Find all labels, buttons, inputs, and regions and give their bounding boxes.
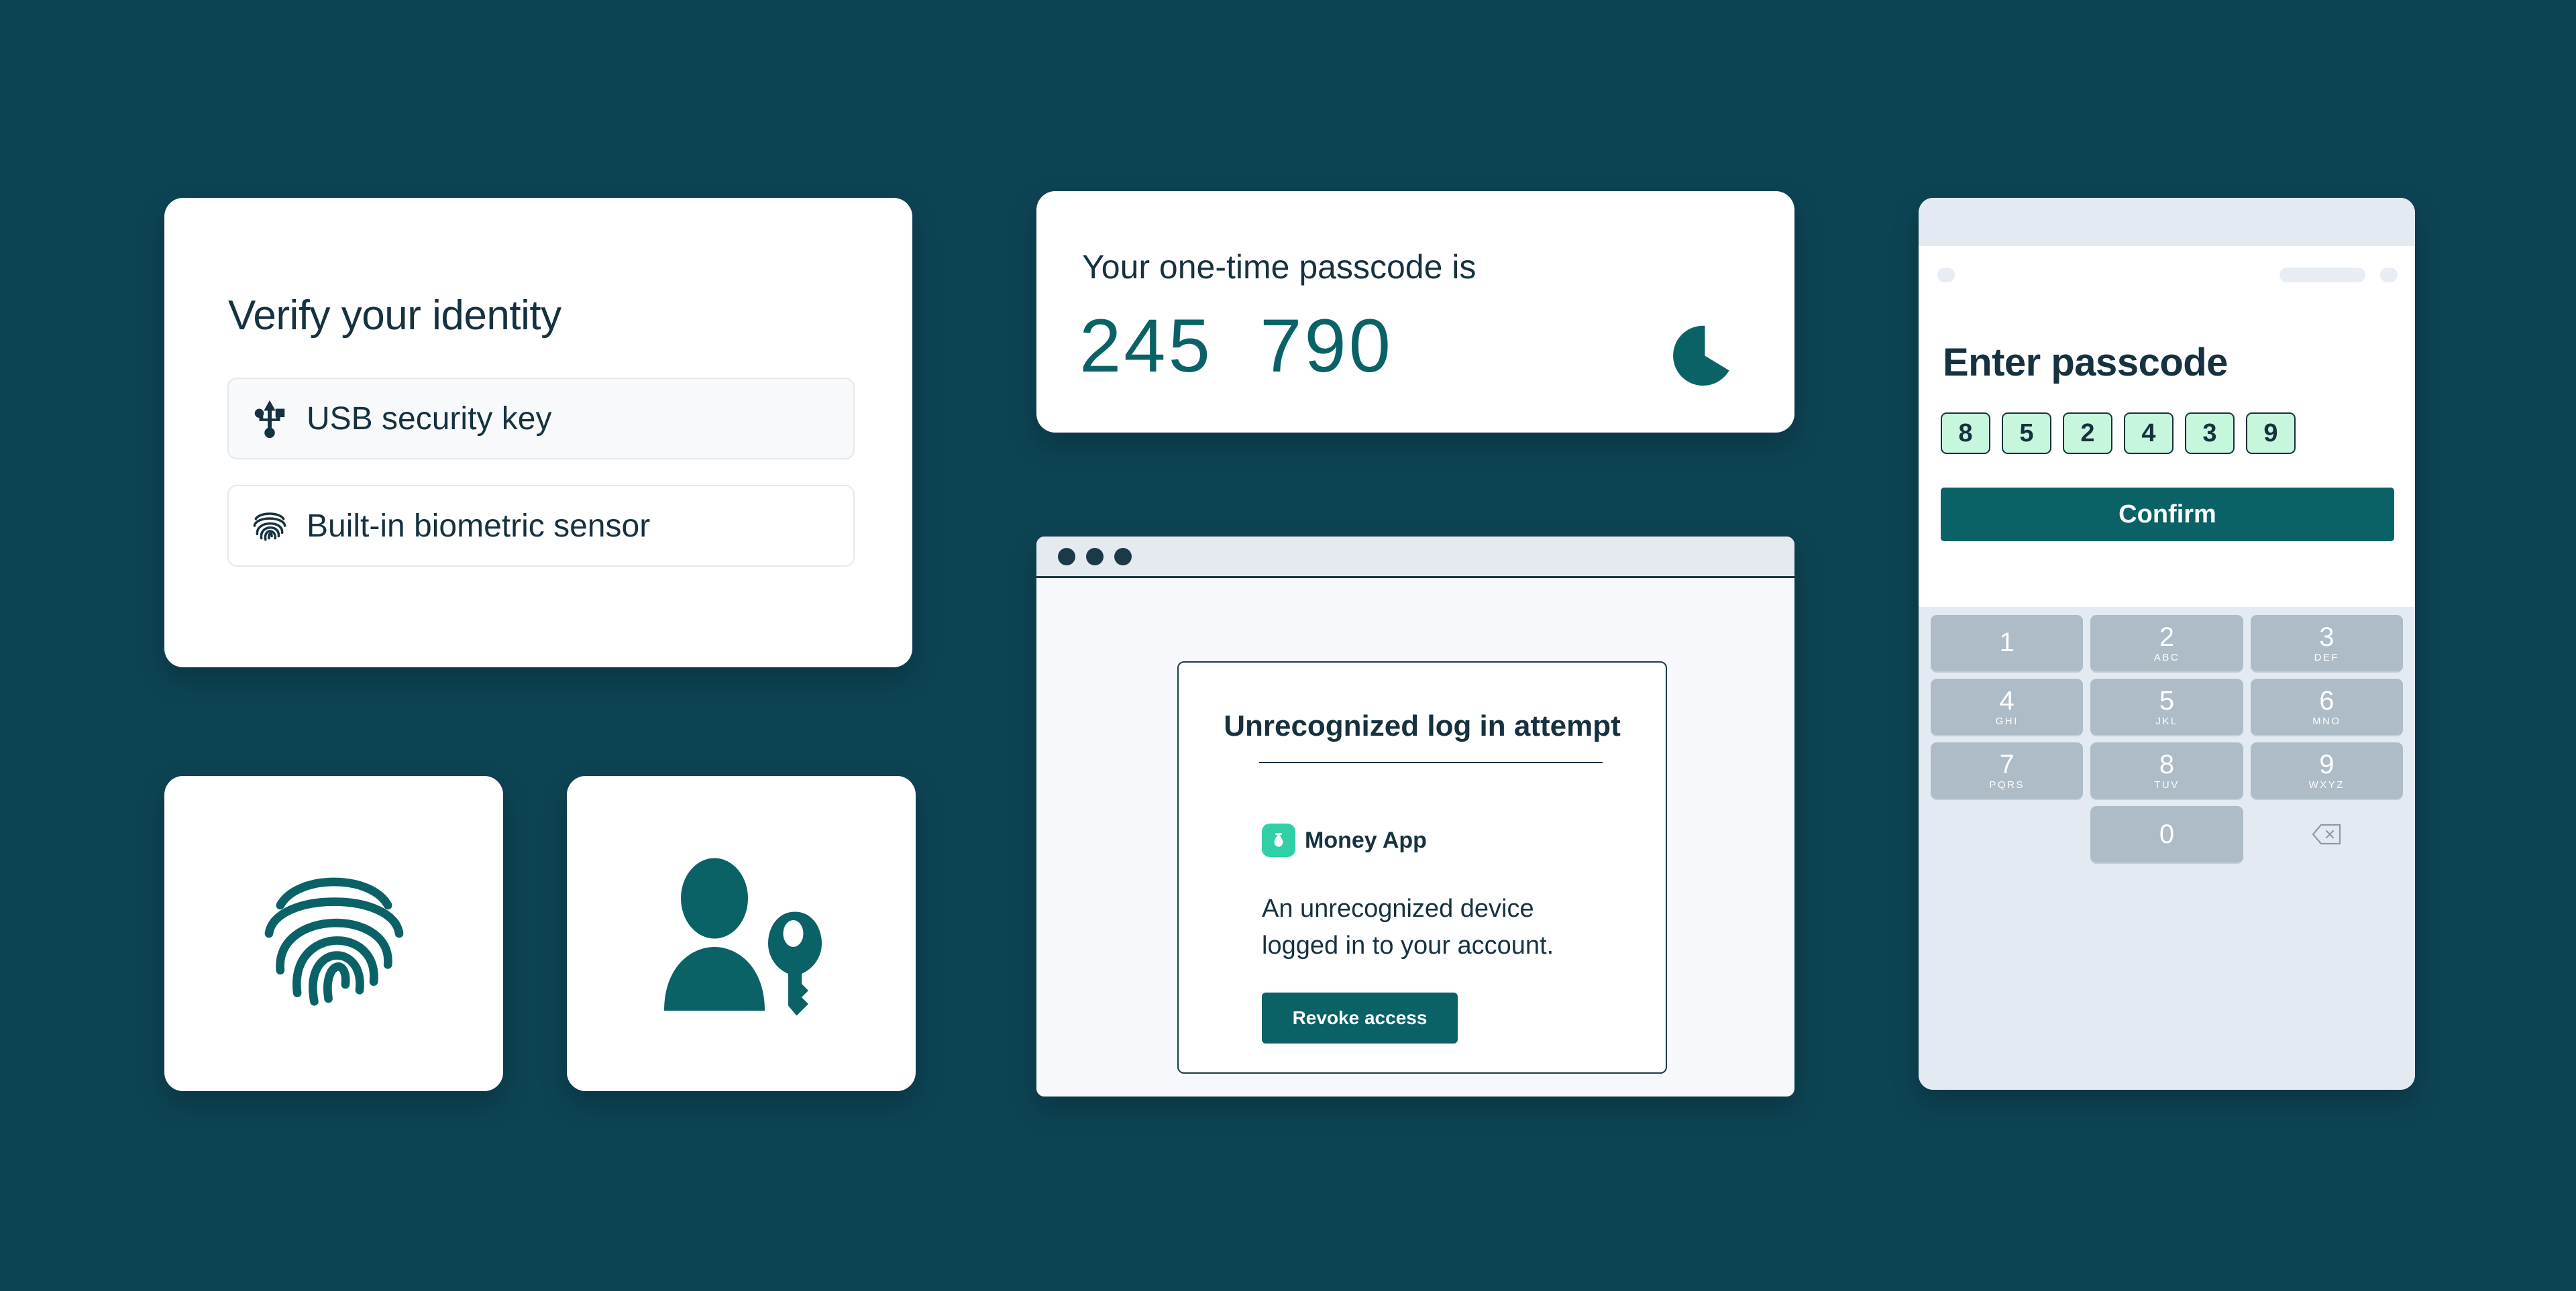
key-letters: JKL: [2155, 716, 2178, 727]
key-letters: GHI: [1995, 716, 2019, 727]
phone-screen: Enter passcode 8 5 2 4 3 9 Confirm: [1919, 300, 2415, 607]
chrome-placeholder-left-icon: [1937, 268, 1955, 282]
confirm-button[interactable]: Confirm: [1941, 488, 2394, 541]
browser-titlebar: [1036, 537, 1794, 578]
keypad-key-6[interactable]: 6 MNO: [2250, 679, 2403, 735]
dialog-divider: [1259, 762, 1603, 763]
passcode-digit-box[interactable]: 4: [2124, 412, 2174, 454]
fingerprint-illustration-card: [164, 776, 503, 1091]
window-dot-close-icon[interactable]: [1058, 547, 1075, 565]
key-letters: ABC: [2153, 652, 2180, 663]
passcode-digit-box[interactable]: 9: [2246, 412, 2296, 454]
app-name-label: Money App: [1305, 827, 1427, 853]
unrecognized-login-dialog: Unrecognized log in attempt Money App An…: [1177, 661, 1667, 1074]
chrome-placeholder-right-icon: [2380, 268, 2398, 282]
browser-window: Unrecognized log in attempt Money App An…: [1036, 537, 1794, 1097]
browser-content: Unrecognized log in attempt Money App An…: [1036, 578, 1794, 1097]
passcode-digit-box[interactable]: 2: [2063, 412, 2112, 454]
phone-mockup: Enter passcode 8 5 2 4 3 9 Confirm 1 2 A…: [1919, 198, 2415, 1090]
keypad-key-blank: [1931, 806, 2083, 862]
passcode-digit-box[interactable]: 5: [2002, 412, 2051, 454]
user-key-icon: [641, 850, 842, 1017]
window-dot-maximize-icon[interactable]: [1114, 547, 1132, 565]
phone-browser-chrome: [1919, 246, 2415, 300]
key-letters: WXYZ: [2308, 779, 2345, 791]
key-digit: 3: [2319, 622, 2334, 652]
one-time-passcode-card: Your one-time passcode is 245 790: [1036, 191, 1794, 433]
key-digit: 2: [2159, 622, 2175, 652]
keypad-grid: 1 2 ABC 3 DEF 4 GHI 5 JKL 6 MNO 7 PQRS 8…: [1931, 615, 2403, 862]
key-digit: 9: [2319, 750, 2334, 779]
method-option-usb-security-key[interactable]: USB security key: [227, 378, 855, 459]
method-option-biometric-sensor[interactable]: Built-in biometric sensor: [227, 485, 855, 567]
passcode-digit-box[interactable]: 3: [2185, 412, 2235, 454]
keypad-key-3[interactable]: 3 DEF: [2250, 615, 2403, 671]
keypad-key-8[interactable]: 8 TUV: [2090, 742, 2243, 799]
usb-icon: [244, 392, 296, 445]
app-identity-row: Money App: [1262, 824, 1427, 857]
phone-numeric-keypad: 1 2 ABC 3 DEF 4 GHI 5 JKL 6 MNO 7 PQRS 8…: [1919, 607, 2415, 1090]
keypad-key-4[interactable]: 4 GHI: [1931, 679, 2084, 735]
key-digit: 1: [1999, 627, 2015, 657]
chrome-address-placeholder: [2279, 268, 2365, 282]
revoke-access-button[interactable]: Revoke access: [1262, 993, 1458, 1044]
method-option-label: USB security key: [307, 400, 552, 437]
key-digit: 6: [2319, 686, 2334, 716]
phone-page-title: Enter passcode: [1943, 341, 2228, 384]
key-letters: PQRS: [1989, 779, 2025, 791]
keypad-key-5[interactable]: 5 JKL: [2090, 679, 2243, 735]
dialog-body-text: An unrecognized device logged in to your…: [1262, 895, 1554, 960]
otp-code-value: 245 790: [1079, 304, 1393, 388]
key-digit: 8: [2159, 750, 2175, 779]
illustration-canvas: Verify your identity USB security key Bu…: [0, 0, 2576, 1291]
page-title: Verify your identity: [228, 292, 561, 339]
otp-label: Your one-time passcode is: [1082, 248, 1477, 286]
keypad-key-1[interactable]: 1: [1931, 615, 2084, 671]
phone-status-bar: [1919, 198, 2415, 246]
key-digit: 0: [2159, 820, 2175, 849]
key-digit: 4: [1999, 686, 2015, 716]
verify-identity-card: Verify your identity USB security key Bu…: [164, 198, 912, 667]
keypad-key-2[interactable]: 2 ABC: [2090, 615, 2243, 671]
fingerprint-icon: [244, 843, 425, 1024]
key-digit: 5: [2159, 686, 2175, 716]
key-letters: MNO: [2312, 716, 2341, 727]
key-letters: TUV: [2154, 779, 2180, 791]
user-key-illustration-card: [567, 776, 916, 1091]
passcode-input-group[interactable]: 8 5 2 4 3 9: [1941, 412, 2296, 454]
key-digit: 7: [1999, 750, 2015, 779]
key-letters: DEF: [2314, 652, 2340, 663]
keypad-key-7[interactable]: 7 PQRS: [1931, 742, 2084, 799]
keypad-key-backspace[interactable]: [2251, 806, 2403, 862]
method-option-label: Built-in biometric sensor: [307, 508, 651, 544]
fingerprint-icon: [244, 500, 296, 552]
keypad-key-0[interactable]: 0: [2090, 806, 2243, 862]
passcode-digit-box[interactable]: 8: [1941, 412, 1990, 454]
money-bag-icon: [1262, 824, 1295, 857]
backspace-icon: [2311, 823, 2342, 846]
pie-timer-icon: [1673, 324, 1737, 388]
window-dot-minimize-icon[interactable]: [1086, 547, 1104, 565]
keypad-key-9[interactable]: 9 WXYZ: [2250, 742, 2403, 799]
dialog-title: Unrecognized log in attempt: [1224, 710, 1621, 742]
